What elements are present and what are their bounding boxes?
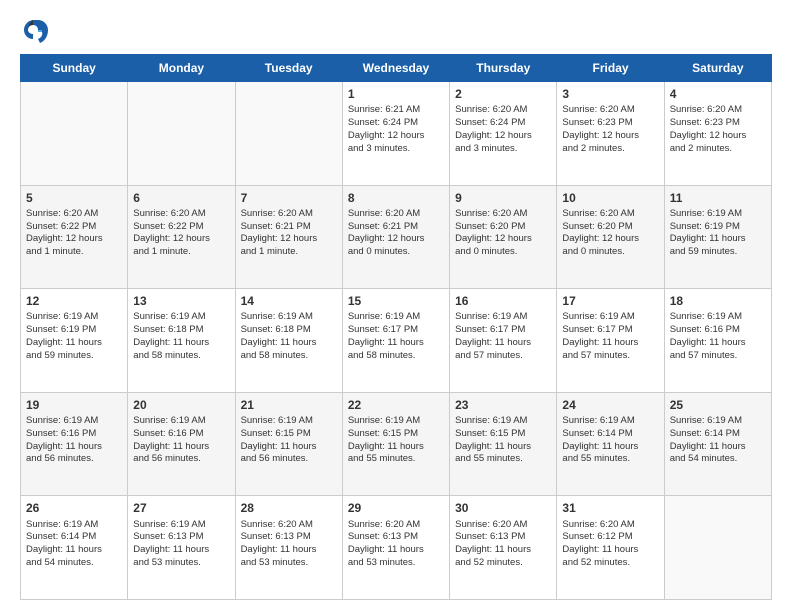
day-number: 14 [241,293,337,309]
day-number: 6 [133,190,229,206]
day-number: 9 [455,190,551,206]
calendar-week-row: 12Sunrise: 6:19 AMSunset: 6:19 PMDayligh… [21,289,772,393]
day-number: 1 [348,86,444,102]
calendar-table: SundayMondayTuesdayWednesdayThursdayFrid… [20,54,772,600]
day-number: 2 [455,86,551,102]
calendar-cell: 6Sunrise: 6:20 AMSunset: 6:22 PMDaylight… [128,185,235,289]
weekday-header-thursday: Thursday [450,55,557,82]
day-number: 25 [670,397,766,413]
calendar-cell: 26Sunrise: 6:19 AMSunset: 6:14 PMDayligh… [21,496,128,600]
day-number: 17 [562,293,658,309]
day-number: 19 [26,397,122,413]
day-number: 26 [26,500,122,516]
weekday-header-wednesday: Wednesday [342,55,449,82]
calendar-week-row: 1Sunrise: 6:21 AMSunset: 6:24 PMDaylight… [21,82,772,186]
weekday-header-friday: Friday [557,55,664,82]
calendar-cell: 14Sunrise: 6:19 AMSunset: 6:18 PMDayligh… [235,289,342,393]
logo [20,16,52,44]
day-number: 30 [455,500,551,516]
calendar-cell: 21Sunrise: 6:19 AMSunset: 6:15 PMDayligh… [235,392,342,496]
calendar-cell: 17Sunrise: 6:19 AMSunset: 6:17 PMDayligh… [557,289,664,393]
calendar-cell: 23Sunrise: 6:19 AMSunset: 6:15 PMDayligh… [450,392,557,496]
weekday-header-sunday: Sunday [21,55,128,82]
calendar-cell: 3Sunrise: 6:20 AMSunset: 6:23 PMDaylight… [557,82,664,186]
day-number: 22 [348,397,444,413]
calendar-cell: 25Sunrise: 6:19 AMSunset: 6:14 PMDayligh… [664,392,771,496]
calendar-cell: 16Sunrise: 6:19 AMSunset: 6:17 PMDayligh… [450,289,557,393]
calendar-cell: 15Sunrise: 6:19 AMSunset: 6:17 PMDayligh… [342,289,449,393]
calendar-cell: 1Sunrise: 6:21 AMSunset: 6:24 PMDaylight… [342,82,449,186]
header [20,16,772,44]
weekday-header-saturday: Saturday [664,55,771,82]
calendar-cell: 12Sunrise: 6:19 AMSunset: 6:19 PMDayligh… [21,289,128,393]
calendar-cell: 9Sunrise: 6:20 AMSunset: 6:20 PMDaylight… [450,185,557,289]
calendar-week-row: 5Sunrise: 6:20 AMSunset: 6:22 PMDaylight… [21,185,772,289]
calendar-week-row: 26Sunrise: 6:19 AMSunset: 6:14 PMDayligh… [21,496,772,600]
calendar-cell [235,82,342,186]
calendar-cell [21,82,128,186]
weekday-header-tuesday: Tuesday [235,55,342,82]
day-number: 3 [562,86,658,102]
calendar-cell: 31Sunrise: 6:20 AMSunset: 6:12 PMDayligh… [557,496,664,600]
day-number: 11 [670,190,766,206]
weekday-header-monday: Monday [128,55,235,82]
day-number: 4 [670,86,766,102]
calendar-week-row: 19Sunrise: 6:19 AMSunset: 6:16 PMDayligh… [21,392,772,496]
calendar-cell: 11Sunrise: 6:19 AMSunset: 6:19 PMDayligh… [664,185,771,289]
logo-icon [20,16,48,44]
day-number: 5 [26,190,122,206]
calendar-cell: 8Sunrise: 6:20 AMSunset: 6:21 PMDaylight… [342,185,449,289]
day-number: 29 [348,500,444,516]
day-number: 18 [670,293,766,309]
calendar-cell: 29Sunrise: 6:20 AMSunset: 6:13 PMDayligh… [342,496,449,600]
day-number: 31 [562,500,658,516]
day-number: 15 [348,293,444,309]
calendar-cell: 24Sunrise: 6:19 AMSunset: 6:14 PMDayligh… [557,392,664,496]
calendar-cell [664,496,771,600]
day-number: 27 [133,500,229,516]
day-number: 21 [241,397,337,413]
calendar-cell: 20Sunrise: 6:19 AMSunset: 6:16 PMDayligh… [128,392,235,496]
day-number: 8 [348,190,444,206]
calendar-cell: 4Sunrise: 6:20 AMSunset: 6:23 PMDaylight… [664,82,771,186]
calendar-cell: 13Sunrise: 6:19 AMSunset: 6:18 PMDayligh… [128,289,235,393]
day-number: 12 [26,293,122,309]
day-number: 13 [133,293,229,309]
calendar-cell: 28Sunrise: 6:20 AMSunset: 6:13 PMDayligh… [235,496,342,600]
page: SundayMondayTuesdayWednesdayThursdayFrid… [0,0,792,612]
calendar-cell: 7Sunrise: 6:20 AMSunset: 6:21 PMDaylight… [235,185,342,289]
calendar-cell: 19Sunrise: 6:19 AMSunset: 6:16 PMDayligh… [21,392,128,496]
day-number: 24 [562,397,658,413]
day-number: 23 [455,397,551,413]
calendar-cell: 2Sunrise: 6:20 AMSunset: 6:24 PMDaylight… [450,82,557,186]
day-number: 28 [241,500,337,516]
day-number: 7 [241,190,337,206]
day-number: 16 [455,293,551,309]
calendar-cell: 5Sunrise: 6:20 AMSunset: 6:22 PMDaylight… [21,185,128,289]
calendar-cell: 18Sunrise: 6:19 AMSunset: 6:16 PMDayligh… [664,289,771,393]
calendar-cell: 30Sunrise: 6:20 AMSunset: 6:13 PMDayligh… [450,496,557,600]
day-number: 20 [133,397,229,413]
calendar-cell: 27Sunrise: 6:19 AMSunset: 6:13 PMDayligh… [128,496,235,600]
calendar-cell: 22Sunrise: 6:19 AMSunset: 6:15 PMDayligh… [342,392,449,496]
calendar-cell [128,82,235,186]
day-number: 10 [562,190,658,206]
calendar-cell: 10Sunrise: 6:20 AMSunset: 6:20 PMDayligh… [557,185,664,289]
weekday-header-row: SundayMondayTuesdayWednesdayThursdayFrid… [21,55,772,82]
